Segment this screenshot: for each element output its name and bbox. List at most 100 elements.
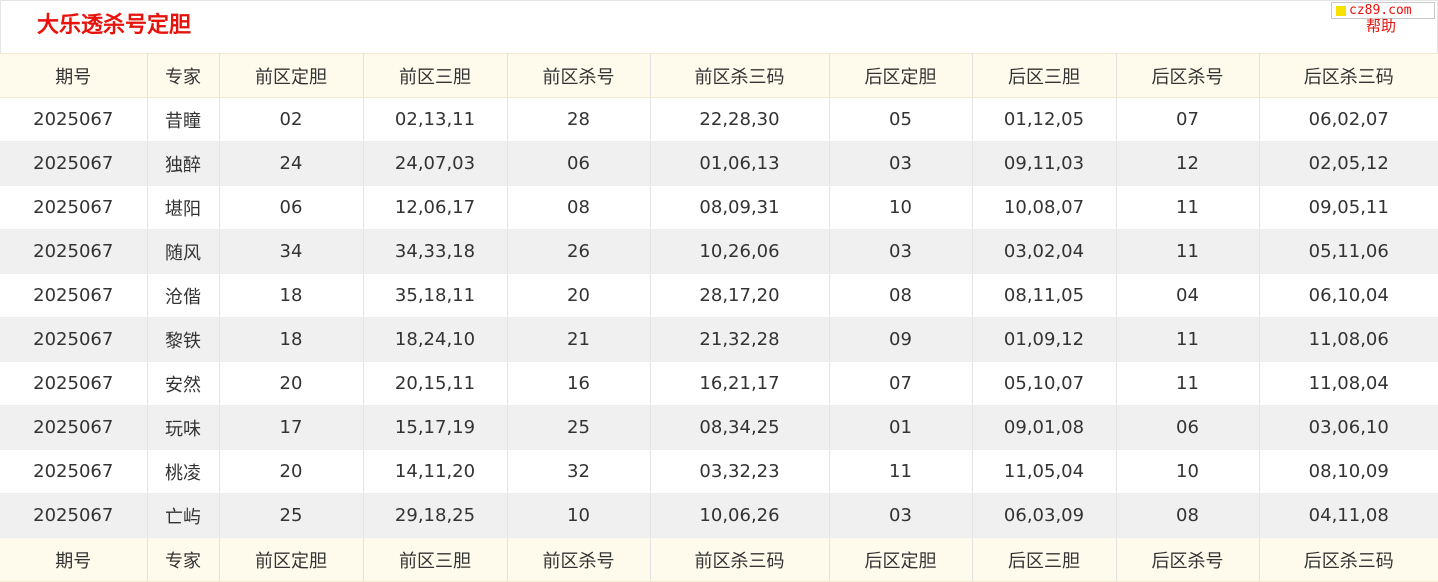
footer-front-three: 前区三胆 <box>363 537 508 582</box>
cell-back-three: 03,02,04 <box>972 229 1117 274</box>
header-front-kill: 前区杀号 <box>507 53 651 98</box>
cell-expert: 亡屿 <box>147 493 220 538</box>
footer-front-kill: 前区杀号 <box>507 537 651 582</box>
header-front-fixed: 前区定胆 <box>219 53 364 98</box>
cell-front-fixed: 06 <box>219 185 364 230</box>
cell-back-three: 11,05,04 <box>972 449 1117 494</box>
table-row: 2025067 堪阳 06 12,06,17 08 08,09,31 10 10,08,07 1… <box>0 185 1438 230</box>
cell-back-kill: 11 <box>1116 229 1260 274</box>
table-row: 2025067 亡屿 25 29,18,25 10 10,06,26 03 06,03,09 0… <box>0 493 1438 538</box>
header-front-kill-three: 前区杀三码 <box>650 53 830 98</box>
cell-back-fixed: 08 <box>829 273 973 318</box>
cell-expert: 昔瞳 <box>147 97 220 142</box>
cell-front-kill-three: 10,26,06 <box>650 229 830 274</box>
cell-back-kill: 11 <box>1116 361 1260 406</box>
cell-expert: 玩味 <box>147 405 220 450</box>
footer-back-kill: 后区杀号 <box>1116 537 1260 582</box>
cell-front-kill: 08 <box>507 185 651 230</box>
cell-expert: 黎铁 <box>147 317 220 362</box>
data-table: 期号 专家 前区定胆 前区三胆 前区杀号 前区杀三码 后区定胆 后区三胆 后区杀… <box>0 53 1438 582</box>
cell-issue: 2025067 <box>0 449 148 494</box>
cell-back-kill: 07 <box>1116 97 1260 142</box>
title-bar: 大乐透杀号定胆 cz89.com 帮助 <box>0 0 1438 53</box>
cell-front-kill: 20 <box>507 273 651 318</box>
cell-back-fixed: 07 <box>829 361 973 406</box>
cell-front-kill: 21 <box>507 317 651 362</box>
cell-front-kill: 10 <box>507 493 651 538</box>
table-row: 2025067 玩味 17 15,17,19 25 08,34,25 01 09,01,08 0… <box>0 405 1438 450</box>
cell-issue: 2025067 <box>0 141 148 186</box>
footer-front-kill-three: 前区杀三码 <box>650 537 830 582</box>
cell-front-kill: 32 <box>507 449 651 494</box>
table-footer-row: 期号 专家 前区定胆 前区三胆 前区杀号 前区杀三码 后区定胆 后区三胆 后区杀… <box>0 537 1438 582</box>
cell-front-fixed: 18 <box>219 273 364 318</box>
cell-back-fixed: 05 <box>829 97 973 142</box>
cell-back-three: 05,10,07 <box>972 361 1117 406</box>
cell-back-fixed: 03 <box>829 493 973 538</box>
cell-expert: 安然 <box>147 361 220 406</box>
cell-front-fixed: 24 <box>219 141 364 186</box>
cell-front-three: 34,33,18 <box>363 229 508 274</box>
cell-issue: 2025067 <box>0 317 148 362</box>
header-back-kill-three: 后区杀三码 <box>1259 53 1438 98</box>
footer-back-kill-three: 后区杀三码 <box>1259 537 1438 582</box>
cell-issue: 2025067 <box>0 97 148 142</box>
cell-front-kill-three: 10,06,26 <box>650 493 830 538</box>
cell-back-fixed: 11 <box>829 449 973 494</box>
cell-front-three: 14,11,20 <box>363 449 508 494</box>
cell-back-three: 08,11,05 <box>972 273 1117 318</box>
cell-back-kill-three: 11,08,04 <box>1259 361 1438 406</box>
table-header-row: 期号 专家 前区定胆 前区三胆 前区杀号 前区杀三码 后区定胆 后区三胆 后区杀… <box>0 53 1438 98</box>
cell-front-three: 18,24,10 <box>363 317 508 362</box>
cell-front-fixed: 25 <box>219 493 364 538</box>
table-row: 2025067 黎铁 18 18,24,10 21 21,32,28 09 01,09,12 1… <box>0 317 1438 362</box>
cell-back-three: 01,12,05 <box>972 97 1117 142</box>
header-back-fixed: 后区定胆 <box>829 53 973 98</box>
cell-back-three: 01,09,12 <box>972 317 1117 362</box>
cell-back-kill: 08 <box>1116 493 1260 538</box>
cell-back-three: 09,01,08 <box>972 405 1117 450</box>
cell-front-kill-three: 08,34,25 <box>650 405 830 450</box>
cell-front-fixed: 17 <box>219 405 364 450</box>
cell-front-three: 12,06,17 <box>363 185 508 230</box>
cell-back-kill-three: 11,08,06 <box>1259 317 1438 362</box>
cell-front-kill-three: 28,17,20 <box>650 273 830 318</box>
help-link[interactable]: 帮助 <box>1366 17 1396 35</box>
cell-back-kill-three: 06,10,04 <box>1259 273 1438 318</box>
cell-back-kill-three: 04,11,08 <box>1259 493 1438 538</box>
cell-front-kill: 16 <box>507 361 651 406</box>
cell-front-three: 35,18,11 <box>363 273 508 318</box>
cell-issue: 2025067 <box>0 361 148 406</box>
cell-back-fixed: 10 <box>829 185 973 230</box>
cell-back-kill-three: 02,05,12 <box>1259 141 1438 186</box>
cell-back-fixed: 01 <box>829 405 973 450</box>
footer-back-three: 后区三胆 <box>972 537 1117 582</box>
cell-front-kill-three: 03,32,23 <box>650 449 830 494</box>
cell-front-kill-three: 08,09,31 <box>650 185 830 230</box>
table-body: 2025067 昔瞳 02 02,13,11 28 22,28,30 05 01,12,05 0… <box>0 97 1438 538</box>
cell-front-three: 24,07,03 <box>363 141 508 186</box>
cell-back-kill: 11 <box>1116 317 1260 362</box>
cell-issue: 2025067 <box>0 493 148 538</box>
cell-front-fixed: 18 <box>219 317 364 362</box>
cell-front-three: 20,15,11 <box>363 361 508 406</box>
cell-front-kill-three: 21,32,28 <box>650 317 830 362</box>
cell-back-kill-three: 08,10,09 <box>1259 449 1438 494</box>
cell-expert: 堪阳 <box>147 185 220 230</box>
table-row: 2025067 沧偕 18 35,18,11 20 28,17,20 08 08,11,05 0… <box>0 273 1438 318</box>
cell-front-kill: 06 <box>507 141 651 186</box>
cell-expert: 桃凌 <box>147 449 220 494</box>
header-back-three: 后区三胆 <box>972 53 1117 98</box>
header-expert: 专家 <box>147 53 220 98</box>
cell-back-three: 09,11,03 <box>972 141 1117 186</box>
cell-back-kill-three: 09,05,11 <box>1259 185 1438 230</box>
cell-front-three: 02,13,11 <box>363 97 508 142</box>
cell-front-kill-three: 16,21,17 <box>650 361 830 406</box>
cell-back-kill: 06 <box>1116 405 1260 450</box>
cell-back-three: 10,08,07 <box>972 185 1117 230</box>
footer-back-fixed: 后区定胆 <box>829 537 973 582</box>
cell-front-fixed: 20 <box>219 361 364 406</box>
cell-back-three: 06,03,09 <box>972 493 1117 538</box>
cell-front-fixed: 20 <box>219 449 364 494</box>
brand-text: cz89.com <box>1349 3 1412 18</box>
